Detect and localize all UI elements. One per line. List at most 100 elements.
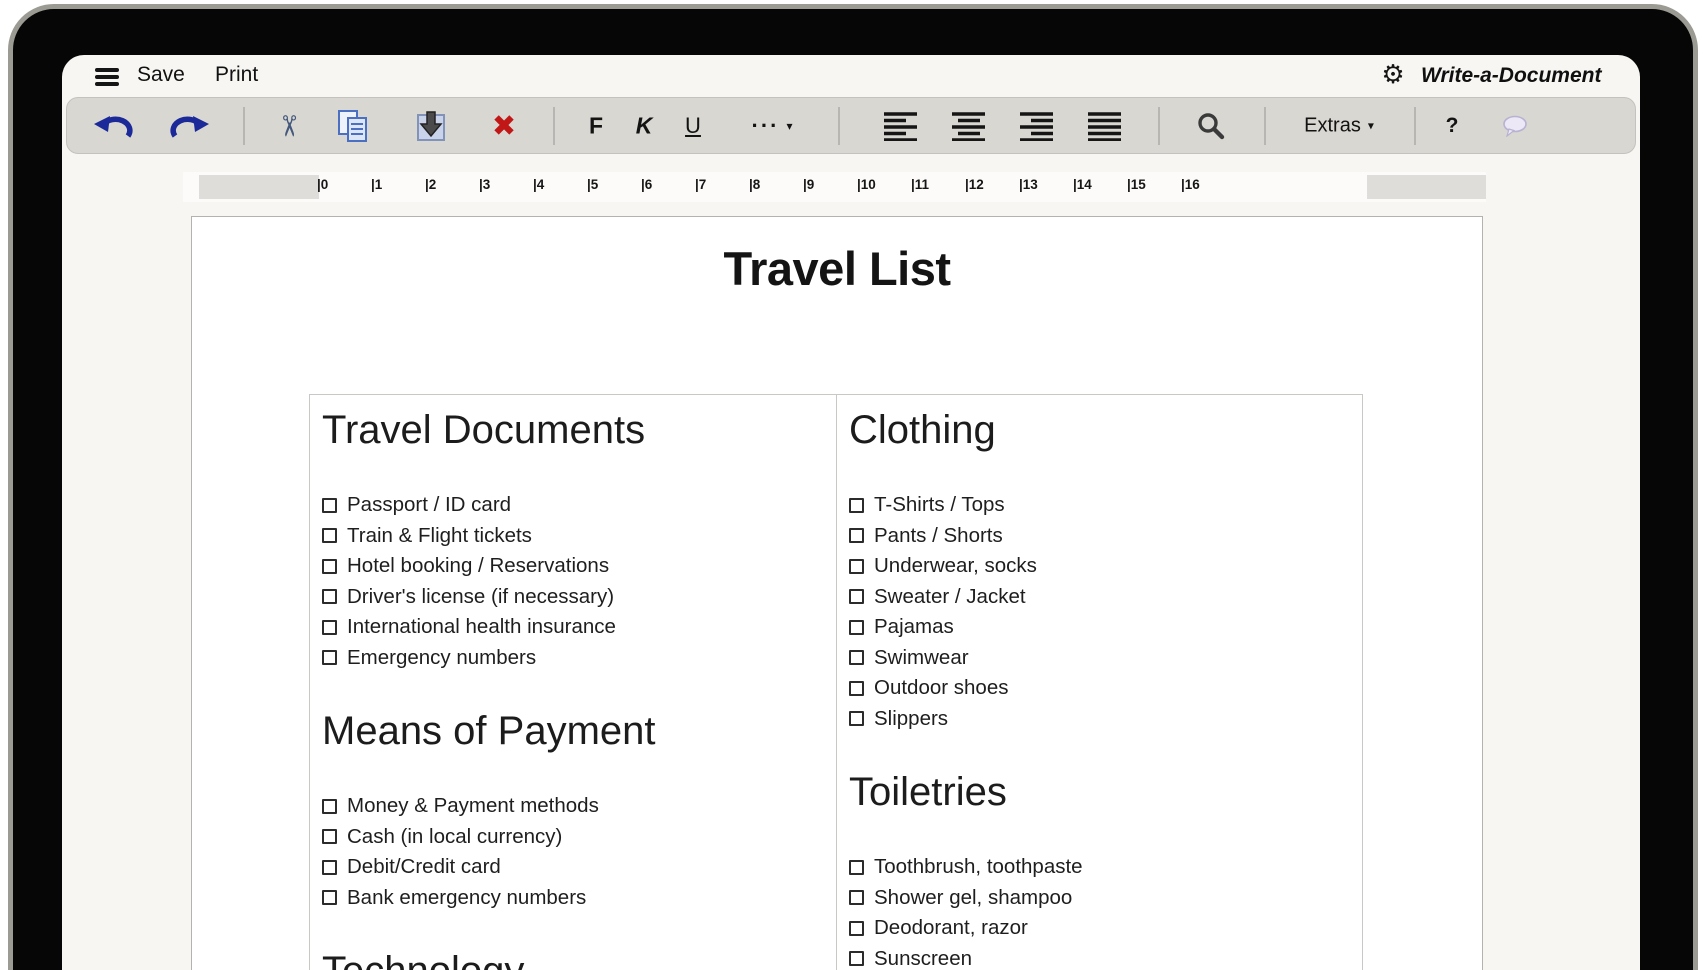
align-right-button[interactable] (1020, 111, 1054, 141)
checklist-item[interactable]: Shower gel, shampoo (849, 883, 1348, 914)
checklist-item-label: Slippers (874, 706, 949, 730)
ruler[interactable]: |0 |1 |2 |3 |4 |5 |6 |7 |8 |9 |10 |11 |12 |13 |14 |15 |1… (183, 172, 1486, 202)
checklist-item-label: Emergency numbers (347, 645, 537, 669)
speech-bubble-icon (1503, 115, 1527, 137)
delete-button[interactable]: ✖ (492, 111, 516, 140)
cut-button[interactable]: ✂ (272, 109, 306, 143)
more-dots-label: ··· (751, 112, 780, 138)
checklist-item[interactable]: Train & Flight tickets (322, 521, 822, 552)
checkbox-icon[interactable] (849, 951, 864, 967)
ruler-mark: |4 (533, 177, 545, 192)
chevron-down-icon: ▾ (1367, 118, 1374, 133)
checklist-item-label: Debit/Credit card (347, 855, 501, 879)
toolbar-separator (1264, 106, 1266, 145)
extras-label: Extras (1304, 114, 1361, 136)
ruler-mark: |14 (1073, 177, 1092, 192)
document-page[interactable]: Travel List Travel Documents Passport / I… (191, 216, 1483, 970)
search-button[interactable] (1197, 112, 1225, 140)
menu-bar: Save Print ⚙ Write-a-Document (62, 55, 1640, 97)
checklist-item[interactable]: Underwear, socks (849, 551, 1348, 582)
checklist-item[interactable]: Debit/Credit card (322, 852, 822, 883)
checklist-item-label: Passport / ID card (347, 493, 512, 517)
gear-icon[interactable]: ⚙ (1381, 60, 1404, 90)
checklist-item[interactable]: Toothbrush, toothpaste (849, 852, 1348, 883)
checklist-item[interactable]: Deodorant, razor (849, 913, 1348, 944)
copy-button[interactable] (337, 109, 369, 143)
checklist-item[interactable]: Bank emergency numbers (322, 883, 822, 914)
ruler-mark: |16 (1181, 177, 1200, 192)
checkbox-icon[interactable] (322, 619, 337, 635)
checkbox-icon[interactable] (849, 680, 864, 696)
checklist-item-label: Bank emergency numbers (347, 885, 587, 909)
copy-icon (338, 109, 367, 142)
checklist: Money & Payment methods Cash (in local cu… (322, 791, 822, 913)
checklist-item[interactable]: Outdoor shoes (849, 673, 1348, 704)
checklist-item-label: Pajamas (874, 615, 954, 639)
checkbox-icon[interactable] (849, 890, 864, 906)
underline-button[interactable]: U (685, 113, 701, 139)
checklist-item[interactable]: Hotel booking / Reservations (322, 551, 822, 582)
checklist-item[interactable]: Pants / Shorts (849, 521, 1348, 552)
checkbox-icon[interactable] (849, 920, 864, 936)
section-heading: Toiletries (849, 770, 1007, 814)
checkbox-icon[interactable] (322, 890, 337, 906)
hamburger-menu-icon[interactable] (95, 68, 119, 86)
align-left-button[interactable] (884, 111, 918, 141)
checklist-item-label: Toothbrush, toothpaste (874, 855, 1083, 879)
checkbox-icon[interactable] (322, 558, 337, 574)
checklist-item[interactable]: Pajamas (849, 612, 1348, 643)
checkbox-icon[interactable] (849, 619, 864, 635)
checkbox-icon[interactable] (849, 650, 864, 666)
checklist-item[interactable]: T-Shirts / Tops (849, 490, 1348, 521)
checkbox-icon[interactable] (322, 497, 337, 513)
checkbox-icon[interactable] (322, 829, 337, 845)
align-justify-button[interactable] (1088, 111, 1122, 141)
checkbox-icon[interactable] (849, 497, 864, 513)
ruler-mark: |6 (641, 177, 653, 192)
more-formats-button[interactable]: ··· ▾ (751, 113, 792, 139)
checkbox-icon[interactable] (849, 589, 864, 605)
section-heading: Clothing (849, 408, 996, 452)
checklist-item-label: Outdoor shoes (874, 676, 1009, 700)
redo-button[interactable] (169, 112, 209, 140)
checkbox-icon[interactable] (322, 650, 337, 666)
checklist-item[interactable]: Slippers (849, 704, 1348, 735)
checklist-item[interactable]: Cash (in local currency) (322, 822, 822, 853)
toolbar: ✂ ✖ F K U ··· ▾ Extras ▾ ? (66, 97, 1636, 154)
menu-item-save[interactable]: Save (137, 63, 185, 87)
checkbox-icon[interactable] (322, 589, 337, 605)
checklist-item[interactable]: Sunscreen (849, 944, 1348, 970)
checklist-item[interactable]: Money & Payment methods (322, 791, 822, 822)
checklist-item-label: T-Shirts / Tops (874, 493, 1005, 517)
checkbox-icon[interactable] (322, 859, 337, 875)
bold-button[interactable]: F (589, 112, 603, 139)
checklist-item[interactable]: Swimwear (849, 643, 1348, 674)
checkbox-icon[interactable] (322, 798, 337, 814)
toolbar-separator (243, 106, 245, 145)
paste-button[interactable] (415, 110, 447, 142)
checklist-item[interactable]: Passport / ID card (322, 490, 822, 521)
checklist-item[interactable]: Driver's license (if necessary) (322, 582, 822, 613)
checklist-item[interactable]: Emergency numbers (322, 643, 822, 674)
align-center-button[interactable] (952, 111, 986, 141)
checklist-item[interactable]: Sweater / Jacket (849, 582, 1348, 613)
scissors-icon: ✂ (272, 113, 306, 138)
checkbox-icon[interactable] (849, 859, 864, 875)
checklist-item[interactable]: International health insurance (322, 612, 822, 643)
checkbox-icon[interactable] (322, 528, 337, 544)
ruler-mark: |12 (965, 177, 984, 192)
toolbar-separator (553, 106, 555, 145)
checkbox-icon[interactable] (849, 558, 864, 574)
toolbar-separator (838, 106, 840, 145)
italic-button[interactable]: K (636, 112, 653, 139)
checkbox-icon[interactable] (849, 528, 864, 544)
align-right-icon (1020, 111, 1053, 141)
document-title: Travel List (723, 242, 952, 295)
checkbox-icon[interactable] (849, 711, 864, 727)
comment-button[interactable] (1501, 115, 1529, 137)
help-button[interactable]: ? (1446, 114, 1459, 138)
checklist-item-label: Swimwear (874, 645, 969, 669)
undo-button[interactable] (94, 112, 134, 140)
menu-item-print[interactable]: Print (215, 63, 258, 87)
extras-menu-button[interactable]: Extras ▾ (1304, 114, 1374, 137)
